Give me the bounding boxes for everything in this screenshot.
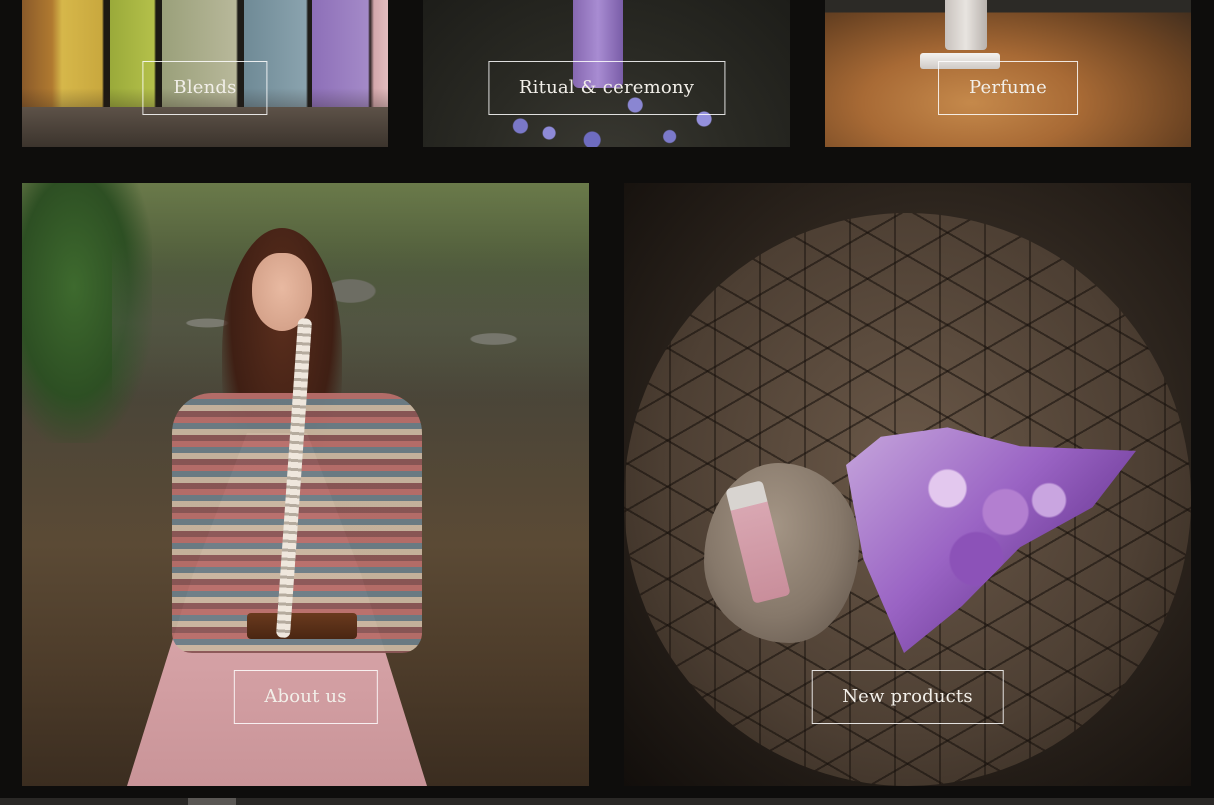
category-tile-about-us[interactable]: About us: [22, 183, 589, 786]
category-tile-new-products[interactable]: New products: [624, 183, 1191, 786]
horizontal-scrollbar[interactable]: [0, 798, 1214, 805]
person-belt: [247, 613, 357, 639]
ritual-ceremony-button[interactable]: Ritual & ceremony: [487, 61, 726, 115]
category-tile-perfume[interactable]: Perfume: [825, 0, 1191, 147]
blends-button[interactable]: Blends: [142, 61, 268, 115]
perfume-bottle-image: [945, 0, 987, 50]
category-tile-ritual-ceremony[interactable]: Ritual & ceremony: [423, 0, 790, 147]
new-products-button[interactable]: New products: [811, 670, 1004, 724]
category-grid-page: Blends Ritual & ceremony Perfume About u…: [0, 0, 1214, 805]
scrollbar-thumb[interactable]: [188, 798, 236, 805]
about-us-button[interactable]: About us: [233, 670, 378, 724]
category-tile-blends[interactable]: Blends: [22, 0, 388, 147]
perfume-button[interactable]: Perfume: [938, 61, 1078, 115]
